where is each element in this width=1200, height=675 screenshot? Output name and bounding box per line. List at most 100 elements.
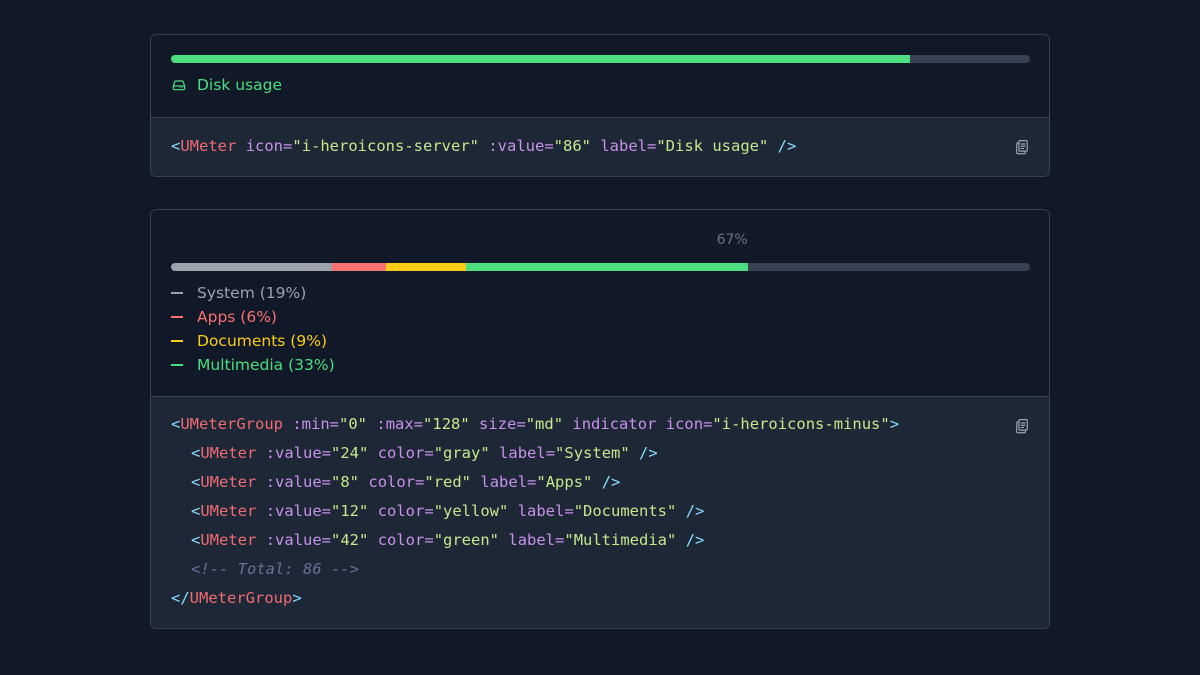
code-punct: > <box>889 415 900 433</box>
code-attr: label= <box>499 444 556 462</box>
meter-group-example-card: 67% System (19%) Apps (6%) Documents (9%) M… <box>150 209 1050 629</box>
code-tag: UMeter <box>200 502 257 520</box>
code-attr: :value= <box>265 502 332 520</box>
disk-usage-label-row: Disk usage <box>171 76 282 94</box>
code-punct: < <box>191 444 201 462</box>
code-punct: < <box>191 473 201 491</box>
code-string: "Multimedia" <box>564 531 677 549</box>
meter-example-card: Disk usage <UMeter icon="i-heroicons-ser… <box>150 34 1050 177</box>
code-attr: :value= <box>265 444 332 462</box>
code-tag: UMeterGroup <box>180 415 283 433</box>
code-attr: color= <box>368 473 425 491</box>
code-string: "Disk usage" <box>656 137 769 155</box>
code-string: "red" <box>424 473 472 491</box>
code-line: <UMeter :value="42" color="green" label=… <box>191 531 704 549</box>
clipboard-copy-icon <box>1013 419 1031 439</box>
code-tag: UMeter <box>200 473 257 491</box>
code-punct: /> <box>639 444 658 462</box>
code-attr: icon= <box>245 137 293 155</box>
disk-usage-meter-fill <box>171 55 910 63</box>
clipboard-copy-icon <box>1013 140 1031 160</box>
disk-usage-meter-track <box>171 55 1030 63</box>
copy-code-button[interactable] <box>1013 417 1031 435</box>
code-string: "86" <box>553 137 591 155</box>
meter-segment-system <box>171 263 333 271</box>
code-string: "i-heroicons-minus" <box>712 415 890 433</box>
minus-icon <box>171 292 183 294</box>
code-punct: /> <box>685 531 705 549</box>
code-tag: UMeter <box>200 444 257 462</box>
code-attr: label= <box>517 502 574 520</box>
code-punct: < <box>191 502 201 520</box>
legend-item: Multimedia (33%) <box>171 355 335 375</box>
code-punct: < <box>171 415 181 433</box>
code-tag: UMeter <box>200 531 257 549</box>
code-line: </UMeterGroup> <box>171 589 302 607</box>
code-attr: size= <box>479 415 526 433</box>
code-line: <UMeter :value="12" color="yellow" label… <box>191 502 704 520</box>
minus-icon <box>171 316 183 318</box>
meter-preview: Disk usage <box>151 35 1049 118</box>
code-punct: < <box>191 531 201 549</box>
code-attr: :value= <box>488 137 554 155</box>
code-attr: label= <box>600 137 657 155</box>
code-string: "green" <box>433 531 500 549</box>
server-icon <box>171 77 187 93</box>
meter-group-preview: 67% System (19%) Apps (6%) Documents (9%) M… <box>151 210 1049 397</box>
code-string: "Documents" <box>573 502 677 520</box>
code-line: <UMeter :value="24" color="gray" label="… <box>191 444 658 462</box>
code-attr: label= <box>508 531 565 549</box>
meter-segment-apps <box>332 263 386 271</box>
code-string: "0" <box>339 415 368 433</box>
code-punct: /> <box>777 137 797 155</box>
code-attr: label= <box>480 473 537 491</box>
legend-label: Apps (6%) <box>197 308 277 326</box>
code-comment: <!-- Total: 86 --> <box>191 560 359 578</box>
code-string: "128" <box>423 415 470 433</box>
code-attr: indicator <box>572 415 657 433</box>
code-punct: </ <box>171 589 190 607</box>
code-block: <UMeter icon="i-heroicons-server" :value… <box>151 118 1049 176</box>
code-punct: < <box>171 137 181 155</box>
meter-segment-multimedia <box>466 263 749 271</box>
legend-label: System (19%) <box>197 284 307 302</box>
minus-icon <box>171 364 183 366</box>
minus-icon <box>171 340 183 342</box>
code-string: "24" <box>331 444 369 462</box>
code-string: "System" <box>555 444 630 462</box>
code-punct: > <box>292 589 302 607</box>
code-attr: :min= <box>292 415 340 433</box>
code-tag: UMeter <box>180 137 237 155</box>
code-attr: icon= <box>665 415 713 433</box>
code-line: <UMeter icon="i-heroicons-server" :value… <box>171 137 796 155</box>
code-line: <UMeterGroup :min="0" :max="128" size="m… <box>171 415 899 433</box>
code-block: <UMeterGroup :min="0" :max="128" size="m… <box>151 397 1049 628</box>
code-line: <UMeter :value="8" color="red" label="Ap… <box>191 473 620 491</box>
code-string: "Apps" <box>536 473 593 491</box>
code-string: "12" <box>331 502 369 520</box>
meter-segment-documents <box>385 263 467 271</box>
code-string: "yellow" <box>433 502 509 520</box>
code-tag: UMeterGroup <box>189 589 293 607</box>
code-attr: color= <box>377 531 434 549</box>
code-string: "md" <box>525 415 564 433</box>
meter-group-indicator: 67% <box>716 232 748 248</box>
legend-item: Documents (9%) <box>171 331 327 351</box>
code-attr: :value= <box>265 473 332 491</box>
meter-group-track <box>171 263 1030 271</box>
code-punct: /> <box>685 502 705 520</box>
code-string: "i-heroicons-server" <box>292 137 479 155</box>
copy-code-button[interactable] <box>1013 138 1031 156</box>
legend-item: Apps (6%) <box>171 307 277 327</box>
legend-item: System (19%) <box>171 283 306 303</box>
code-attr: :max= <box>376 415 424 433</box>
code-string: "8" <box>331 473 360 491</box>
code-attr: :value= <box>265 531 332 549</box>
code-punct: /> <box>601 473 621 491</box>
code-attr: color= <box>377 502 434 520</box>
code-string: "gray" <box>433 444 490 462</box>
code-string: "42" <box>331 531 369 549</box>
code-attr: color= <box>377 444 434 462</box>
disk-usage-label: Disk usage <box>197 76 282 94</box>
legend-label: Multimedia (33%) <box>197 356 335 374</box>
